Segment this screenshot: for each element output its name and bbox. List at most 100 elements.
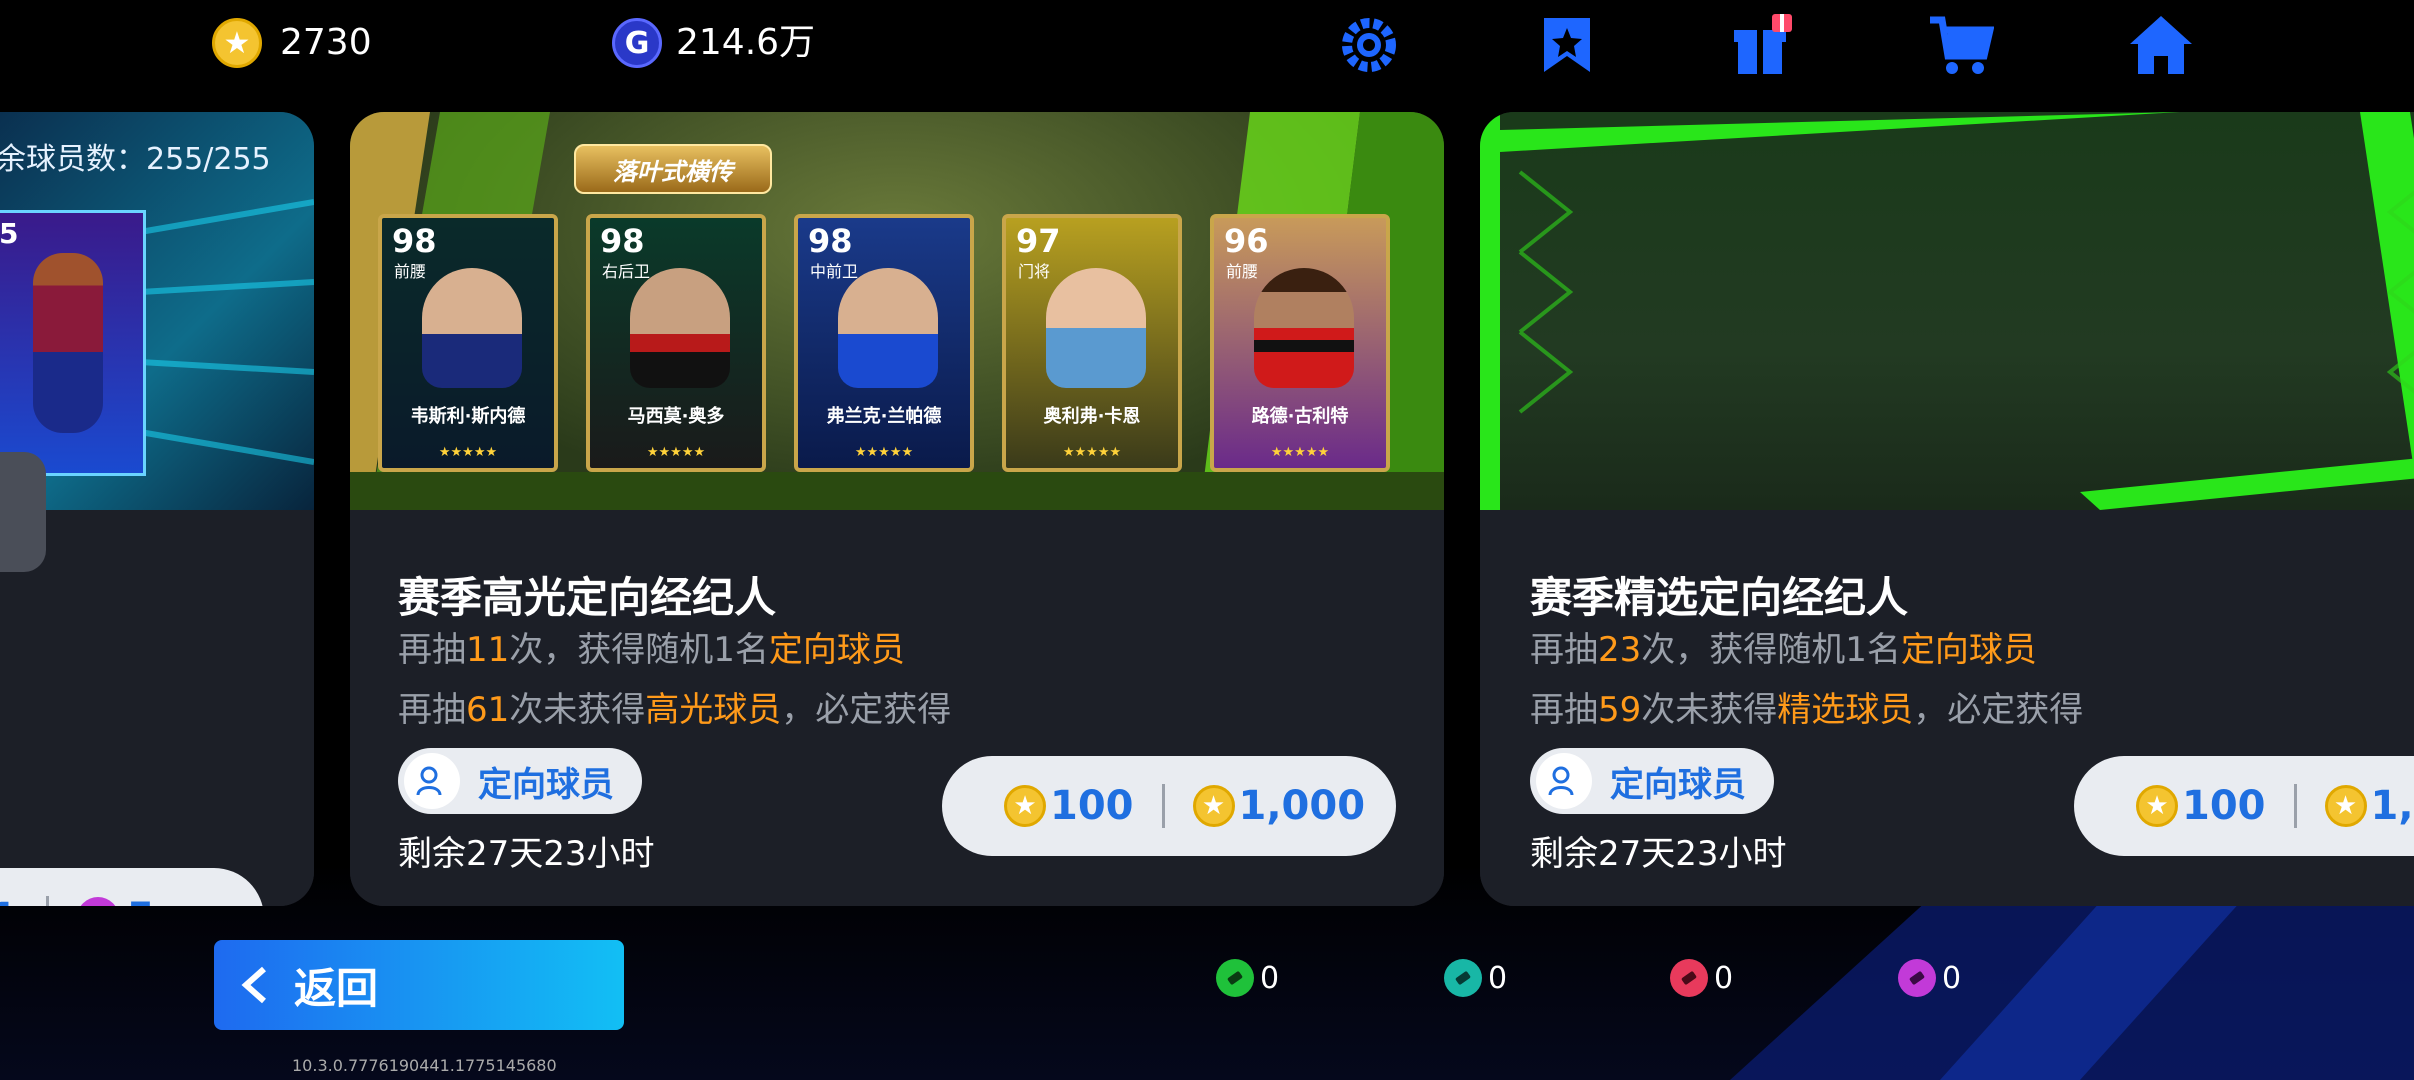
draw-info-line1: 再抽11次，获得随机1名定向球员 bbox=[398, 630, 905, 670]
teal-ticket-icon bbox=[1444, 959, 1482, 997]
coin-balance: 2730 bbox=[280, 22, 372, 63]
player-card: 98 右后卫 马西莫·奥多 ★★★★★ bbox=[586, 214, 766, 472]
player-position: 右后卫 bbox=[602, 262, 651, 281]
gp-balance: 214.6万 bbox=[676, 22, 816, 63]
card1-body: 赛季高光定向经纪人 再抽11次，获得随机1名定向球员 再抽61次未获得高光球员，… bbox=[350, 510, 1444, 906]
single-draw-price: 100 bbox=[2182, 783, 2266, 829]
player-stars: ★★★★★ bbox=[1062, 445, 1122, 460]
player-stars: ★★★★★ bbox=[438, 445, 498, 460]
ticket-count: 0 bbox=[1714, 960, 1734, 996]
left-price-partial: 1 bbox=[0, 895, 18, 906]
player-rating: 96 bbox=[1224, 222, 1269, 260]
multi-draw-price: 1,000 bbox=[1238, 783, 1366, 829]
multi-draw-price: 1,0 bbox=[2370, 783, 2414, 829]
player-card: 98 中前卫 弗兰克·兰帕德 ★★★★★ bbox=[794, 214, 974, 472]
banner-title: 落叶式横传 bbox=[613, 157, 733, 186]
targeted-player-tag[interactable]: 定向球员 bbox=[398, 748, 642, 814]
back-label: 返回 bbox=[294, 963, 379, 1013]
left-side-handle[interactable] bbox=[0, 452, 46, 572]
player-position: 前腰 bbox=[1226, 262, 1259, 281]
player-stars: ★★★★★ bbox=[854, 445, 914, 460]
left-card-banner: 余球员数：255/255 5 bbox=[0, 112, 314, 510]
gp-icon: G bbox=[612, 18, 662, 68]
player-rating: 5 bbox=[0, 217, 19, 250]
targeted-player-tag[interactable]: 定向球员 bbox=[1530, 748, 1774, 814]
ticket-counter: 0 bbox=[1216, 958, 1279, 998]
ticket-counter: 0 bbox=[1444, 958, 1507, 998]
card-title: 赛季高光定向经纪人 bbox=[398, 573, 777, 622]
background-stripe bbox=[1730, 880, 2414, 1080]
player-rating: 97 bbox=[1016, 222, 1061, 260]
coin-icon: ★ bbox=[1192, 785, 1235, 827]
ticket-count: 0 bbox=[1942, 960, 1962, 996]
player-stars: ★★★★★ bbox=[1270, 445, 1330, 460]
person-search-icon bbox=[1536, 753, 1592, 809]
player-figure bbox=[33, 253, 103, 433]
player-portrait bbox=[1254, 268, 1354, 388]
player-name: 路德·古利特 bbox=[1251, 406, 1349, 427]
draw-info-line2: 再抽61次未获得高光球员，必定获得 bbox=[398, 690, 952, 730]
ticket-counter: 0 bbox=[1898, 958, 1961, 998]
time-remaining: 剩余27天23小时 bbox=[398, 834, 655, 874]
banner-title-plate: 落叶式横传 bbox=[574, 144, 772, 194]
player-rating: 98 bbox=[600, 222, 645, 260]
purple-ticket-icon bbox=[1898, 959, 1936, 997]
player-portrait bbox=[422, 268, 522, 388]
card2-body: 赛季精选定向经纪人 再抽23次，获得随机1名定向球员 再抽59次未获得精选球员，… bbox=[1480, 510, 2414, 906]
time-remaining: 剩余27天23小时 bbox=[1530, 834, 1787, 874]
card2-banner bbox=[1480, 112, 2414, 510]
draw-info-line1: 再抽23次，获得随机1名定向球员 bbox=[1530, 630, 2037, 670]
price-separator bbox=[2293, 784, 2297, 828]
version-label: 10.3.0.7776190441.1775145680 bbox=[292, 1056, 557, 1075]
person-search-icon bbox=[404, 753, 460, 809]
coin-icon: ★ bbox=[2324, 785, 2367, 827]
settings-gear-icon[interactable] bbox=[1336, 12, 1402, 78]
gift-box-icon[interactable] bbox=[1730, 12, 1796, 78]
player-name: 马西莫·奥多 bbox=[627, 406, 725, 427]
tag-label: 定向球员 bbox=[478, 764, 614, 805]
player-portrait bbox=[1046, 268, 1146, 388]
draw-info-line2: 再抽59次未获得精选球员，必定获得 bbox=[1530, 690, 2084, 730]
player-portrait bbox=[630, 268, 730, 388]
player-stars: ★★★★★ bbox=[646, 445, 706, 460]
player-position: 中前卫 bbox=[810, 262, 859, 281]
red-ticket-icon bbox=[1670, 959, 1708, 997]
left-card-body: 1 5 bbox=[0, 510, 314, 906]
player-position: 门将 bbox=[1018, 262, 1051, 281]
player-card: 96 前腰 路德·古利特 ★★★★★ bbox=[1210, 214, 1390, 472]
ticket-count: 0 bbox=[1488, 960, 1508, 996]
coin-icon: ★ bbox=[2136, 785, 2178, 827]
player-name: 弗兰克·兰帕德 bbox=[826, 406, 942, 427]
left-scout-card[interactable]: 余球员数：255/255 5 1 5 bbox=[0, 112, 314, 906]
card2-price-box[interactable]: ★ 100 ★ 1,0 bbox=[2074, 756, 2414, 856]
left-price-box[interactable]: 1 5 bbox=[0, 868, 264, 906]
card-title: 赛季精选定向经纪人 bbox=[1530, 573, 1909, 622]
remaining-players-label: 余球员数：255/255 bbox=[0, 142, 271, 177]
player-card: 5 bbox=[0, 210, 146, 476]
ticket-icon bbox=[76, 897, 119, 906]
home-icon[interactable] bbox=[2128, 12, 2194, 78]
player-name: 韦斯利·斯内德 bbox=[410, 406, 526, 427]
back-button[interactable]: 返回 bbox=[214, 940, 624, 1030]
card1-price-box[interactable]: ★ 100 ★ 1,000 bbox=[942, 756, 1396, 856]
bookmark-icon[interactable] bbox=[1534, 12, 1600, 78]
coin-icon: ★ bbox=[1004, 785, 1046, 827]
season-select-scout-card[interactable]: 赛季精选定向经纪人 再抽23次，获得随机1名定向球员 再抽59次未获得精选球员，… bbox=[1480, 112, 2414, 906]
left-price-ticket: 5 bbox=[127, 895, 155, 906]
card1-banner: 落叶式横传 98 前腰 韦斯利·斯内德 ★★★★★ 98 右后卫 马西莫·奥多 … bbox=[350, 112, 1444, 510]
price-separator bbox=[45, 896, 49, 906]
price-separator bbox=[1161, 784, 1165, 828]
ticket-count: 0 bbox=[1260, 960, 1280, 996]
player-position: 前腰 bbox=[394, 262, 427, 281]
chevron-left-icon bbox=[241, 966, 266, 1004]
season-highlight-scout-card[interactable]: 落叶式横传 98 前腰 韦斯利·斯内德 ★★★★★ 98 右后卫 马西莫·奥多 … bbox=[350, 112, 1444, 906]
player-rating: 98 bbox=[808, 222, 853, 260]
coin-icon: ★ bbox=[212, 18, 262, 68]
cart-icon[interactable] bbox=[1928, 12, 1995, 78]
player-portrait bbox=[838, 268, 938, 388]
tag-label: 定向球员 bbox=[1610, 764, 1746, 805]
single-draw-price: 100 bbox=[1050, 783, 1134, 829]
ticket-counter: 0 bbox=[1670, 958, 1733, 998]
player-card: 97 门将 奥利弗·卡恩 ★★★★★ bbox=[1002, 214, 1182, 472]
player-name: 奥利弗·卡恩 bbox=[1043, 406, 1141, 427]
